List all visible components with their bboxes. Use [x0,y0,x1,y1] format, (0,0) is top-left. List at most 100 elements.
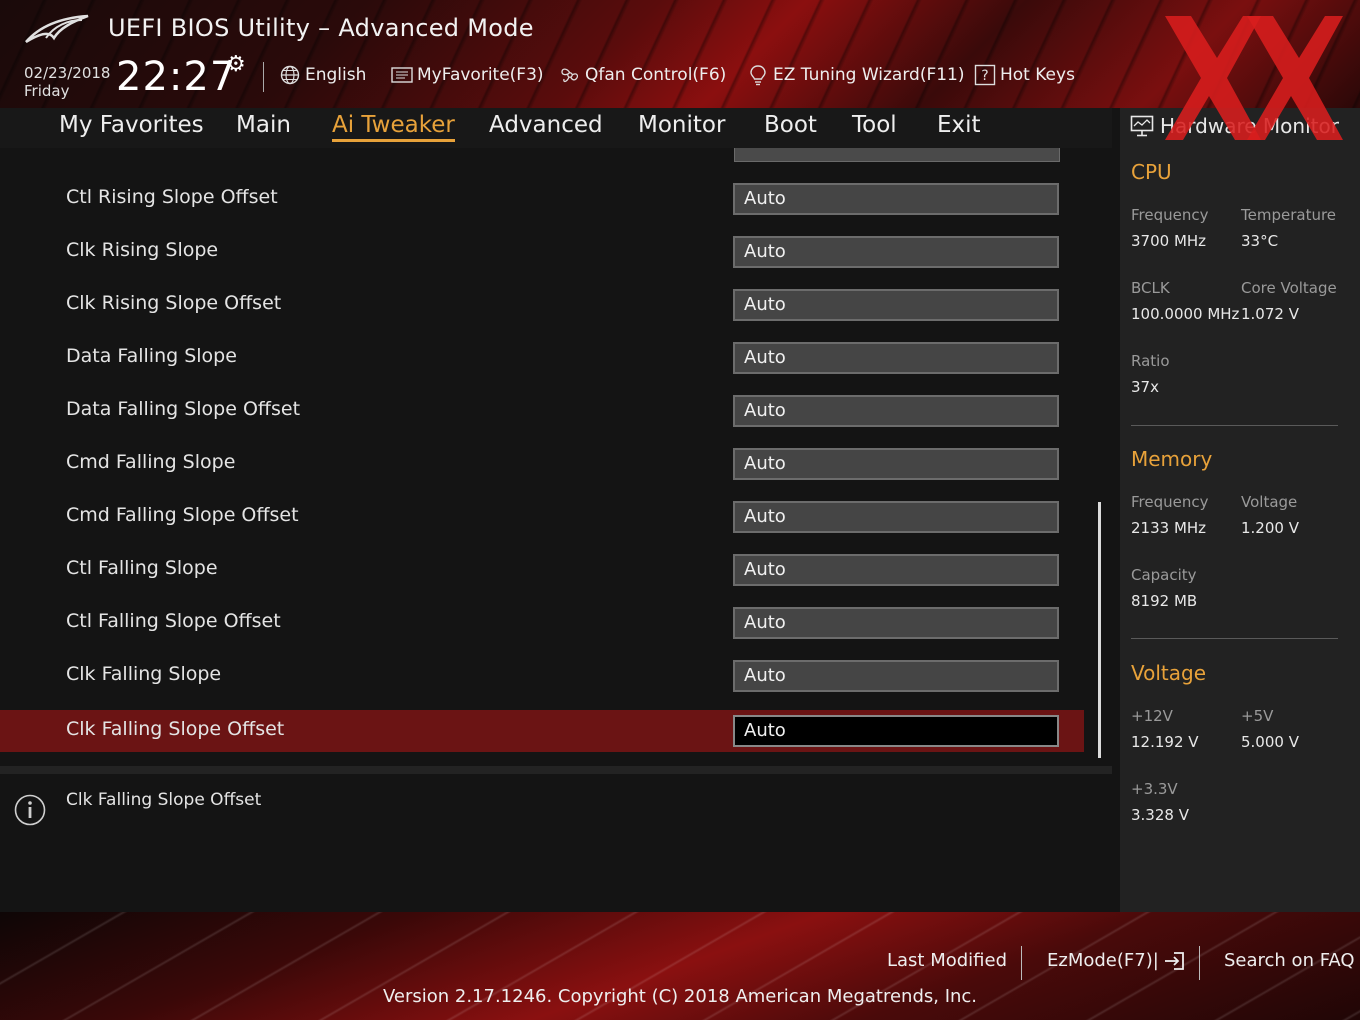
setting-value-dropdown[interactable]: Auto [733,660,1059,692]
exit-arrow-icon [1164,951,1184,970]
setting-value-dropdown[interactable]: Auto [733,183,1059,215]
settings-scrollbar[interactable] [1098,502,1101,758]
tab-boot[interactable]: Boot [764,112,817,138]
qfan-control-label: Qfan Control(F6) [585,65,727,85]
setting-value-dropdown[interactable]: Auto [733,289,1059,321]
setting-row[interactable]: Ctl Rising Slope Offset Auto [0,178,1084,220]
setting-row[interactable]: Cmd Falling Slope Auto [0,443,1084,485]
tab-tool[interactable]: Tool [852,112,897,138]
setting-row[interactable]: Cmd Falling Slope Offset Auto [0,496,1084,538]
setting-label: Clk Falling Slope Offset [66,718,285,740]
tab-exit[interactable]: Exit [937,112,981,138]
setting-value-dropdown[interactable]: Auto [733,607,1059,639]
setting-value-text: Auto [744,665,786,686]
fan-icon [559,64,581,86]
clock-display: 22:27 [116,54,237,100]
v33-label: +3.3V [1131,780,1178,798]
setting-label: Data Falling Slope [66,345,237,367]
setting-value-text: Auto [744,347,786,368]
memory-voltage-label: Voltage [1241,493,1298,511]
setting-row[interactable]: Clk Rising Slope Auto [0,231,1084,273]
setting-row[interactable]: Ctl Falling Slope Auto [0,549,1084,591]
tab-ai-tweaker[interactable]: Ai Tweaker [332,112,455,142]
clock-settings-gear-icon[interactable]: ⚙ [226,52,246,77]
voltage-section-heading: Voltage [1131,661,1207,685]
setting-value-text: Auto [744,453,786,474]
footer-divider [1021,946,1022,980]
v12-label: +12V [1131,707,1173,725]
setting-value-dropdown[interactable]: Auto [733,554,1059,586]
memory-capacity-value: 8192 MB [1131,592,1198,610]
memory-capacity-label: Capacity [1131,566,1197,584]
settings-list: Ctl Rising Slope Offset Auto Clk Rising … [0,148,1112,766]
footer-bar: Last Modified EzMode(F7)| Search on FAQ … [0,912,1360,1020]
setting-label: Clk Falling Slope [66,663,222,685]
memory-frequency-label: Frequency [1131,493,1209,511]
section-divider [1131,425,1338,426]
hot-keys-button[interactable]: ? Hot Keys [974,64,1075,86]
setting-value-dropdown[interactable]: Auto [733,448,1059,480]
setting-row[interactable]: Clk Rising Slope Offset Auto [0,284,1084,326]
section-divider [1131,638,1338,639]
ratio-value: 37x [1131,378,1159,396]
myfavorite-button[interactable]: MyFavorite(F3) [391,64,544,86]
setting-label: Cmd Falling Slope [66,451,236,473]
help-box-icon: ? [974,64,996,86]
memory-frequency-value: 2133 MHz [1131,519,1207,537]
setting-row[interactable]: Data Falling Slope Offset Auto [0,390,1084,432]
setting-label: Cmd Falling Slope Offset [66,504,299,526]
v5-value: 5.000 V [1241,733,1299,751]
help-divider [0,766,1112,774]
weekday-text: Friday [24,82,70,100]
globe-icon [279,64,301,86]
ratio-label: Ratio [1131,352,1170,370]
memory-voltage-value: 1.200 V [1241,519,1299,537]
cpu-section-heading: CPU [1131,160,1172,184]
setting-label: Ctl Falling Slope Offset [66,610,281,632]
rog-logo-icon [25,14,89,44]
tab-monitor[interactable]: Monitor [638,112,725,138]
svg-text:?: ? [981,68,988,84]
header-bar: UEFI BIOS Utility – Advanced Mode 02/23/… [0,0,1360,108]
footer-divider [1199,946,1200,980]
setting-label: Data Falling Slope Offset [66,398,301,420]
setting-value-text: Auto [744,612,786,633]
partially-hidden-value-field[interactable] [734,148,1060,162]
setting-value-text: Auto [744,400,786,421]
setting-value-dropdown[interactable]: Auto [733,501,1059,533]
language-button[interactable]: English [279,64,366,86]
help-text: Clk Falling Slope Offset [66,790,262,810]
tab-main[interactable]: Main [236,112,291,138]
setting-value-text: Auto [744,294,786,315]
hot-keys-label: Hot Keys [1000,65,1075,85]
core-voltage-label: Core Voltage [1241,279,1337,297]
last-modified-button[interactable]: Last Modified [887,950,1007,971]
lightbulb-icon [747,64,769,86]
last-modified-label: Last Modified [887,950,1008,971]
v12-value: 12.192 V [1131,733,1199,751]
qfan-control-button[interactable]: Qfan Control(F6) [559,64,726,86]
setting-row-selected[interactable]: Clk Falling Slope Offset Auto [0,710,1084,752]
tab-my-favorites[interactable]: My Favorites [59,112,204,138]
core-voltage-value: 1.072 V [1241,305,1299,323]
setting-value-dropdown[interactable]: Auto [733,395,1059,427]
setting-row[interactable]: Data Falling Slope Auto [0,337,1084,379]
setting-row[interactable]: Ctl Falling Slope Offset Auto [0,602,1084,644]
language-label: English [305,65,367,85]
myfavorite-label: MyFavorite(F3) [417,65,544,85]
search-faq-button[interactable]: Search on FAQ [1224,950,1355,971]
setting-row[interactable]: Clk Falling Slope Auto [0,655,1084,697]
setting-value-dropdown[interactable]: Auto [733,236,1059,268]
setting-label: Clk Rising Slope [66,239,219,261]
setting-value-text: Auto [744,188,786,209]
ez-tuning-wizard-button[interactable]: EZ Tuning Wizard(F11) [747,64,965,86]
bclk-value: 100.0000 MHz [1131,305,1240,323]
setting-value-dropdown[interactable]: Auto [733,715,1059,747]
setting-label: Clk Rising Slope Offset [66,292,282,314]
monitor-screen-icon [1130,115,1154,137]
setting-value-dropdown[interactable]: Auto [733,342,1059,374]
ezmode-button[interactable]: EzMode(F7)| [1047,950,1185,971]
hardware-monitor-panel: Hardware Monitor CPU Frequency Temperatu… [1120,108,1360,912]
tab-advanced[interactable]: Advanced [489,112,603,138]
setting-value-text: Auto [744,559,786,580]
